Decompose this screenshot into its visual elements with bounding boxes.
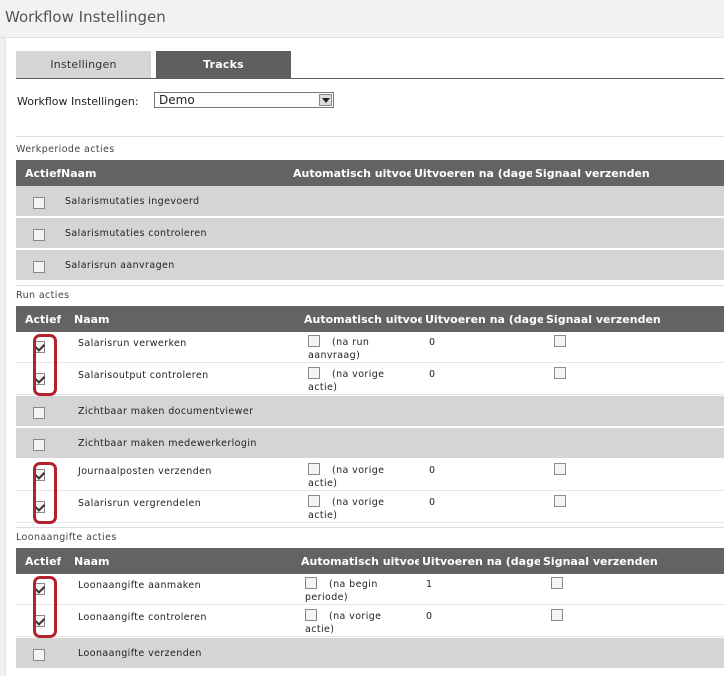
workflow-label: Workflow Instellingen: (17, 95, 139, 108)
col-auto-header: Automatisch uitvoeren (293, 167, 411, 180)
actief-checkbox[interactable] (33, 649, 45, 661)
page-title: Workflow Instellingen (5, 8, 166, 26)
section-title: Run acties (16, 290, 70, 301)
days-value[interactable]: 0 (429, 465, 435, 476)
table-row: Salarisrun verwerken (na run aanvraag) 0 (16, 332, 724, 363)
col-na-header: Uitvoeren na (dagen) (422, 555, 540, 568)
table-row: Zichtbaar maken documentviewer (16, 396, 724, 427)
action-name: Salarisrun vergrendelen (78, 498, 202, 509)
action-name: Salarisrun verwerken (78, 338, 187, 349)
chevron-down-icon[interactable] (319, 94, 332, 106)
col-actief-header: Actief (25, 167, 62, 180)
active-highlight (33, 576, 57, 638)
col-naam-header: Naam (74, 555, 110, 568)
auto-trigger-text: (na begin periode) (305, 579, 378, 603)
table-row: Loonaangifte controleren (na vorige actie… (16, 606, 724, 637)
action-name: Loonaangifte verzenden (78, 648, 202, 659)
action-name: Salarismutaties ingevoerd (65, 196, 200, 207)
col-auto-header: Automatisch uitvoeren (304, 313, 422, 326)
signal-checkbox[interactable] (554, 463, 566, 475)
action-name: Journaalposten verzenden (78, 466, 212, 477)
table-row: Salarisrun vergrendelen (na vorige actie)… (16, 492, 724, 523)
action-name: Salarisrun aanvragen (65, 260, 175, 271)
days-value[interactable]: 0 (429, 369, 435, 380)
actief-checkbox[interactable] (33, 407, 45, 419)
auto-trigger-text: (na vorige actie) (308, 465, 385, 489)
table-header: Actief Naam Automatisch uitvoerenUitvoeren… (16, 306, 724, 332)
col-na-header: Uitvoeren na (dagen) (414, 167, 532, 180)
table-row: Zichtbaar maken medewerkerlogin (16, 428, 724, 459)
auto-trigger-text: (na vorige actie) (308, 497, 385, 521)
col-signaal-header: Signaal verzenden (535, 167, 650, 180)
col-naam-header: Naam (61, 167, 97, 180)
tab-underline (16, 78, 724, 79)
days-value[interactable]: 0 (429, 497, 435, 508)
auto-trigger-text: (na vorige actie) (308, 369, 385, 393)
col-signaal-header: Signaal verzenden (546, 313, 661, 326)
section-divider (16, 285, 724, 286)
action-name: Zichtbaar maken medewerkerlogin (78, 438, 257, 449)
action-name: Salarisoutput controleren (78, 370, 209, 381)
tab-instellingen[interactable]: Instellingen (16, 51, 151, 78)
action-name: Salarismutaties controleren (65, 228, 207, 239)
col-signaal-header: Signaal verzenden (543, 555, 658, 568)
active-highlight (33, 462, 57, 524)
table-row: Salarismutaties ingevoerd (16, 186, 724, 217)
signal-checkbox[interactable] (551, 577, 563, 589)
actief-checkbox[interactable] (33, 197, 45, 209)
table-row: Salarismutaties controleren (16, 218, 724, 249)
table-row: Journaalposten verzenden (na vorige actie… (16, 460, 724, 491)
action-name: Loonaangifte aanmaken (78, 580, 202, 591)
tab-tracks[interactable]: Tracks (156, 51, 291, 78)
actief-checkbox[interactable] (33, 261, 45, 273)
actief-checkbox[interactable] (33, 229, 45, 241)
days-value[interactable]: 0 (426, 611, 432, 622)
workflow-select[interactable]: Demo (154, 92, 334, 108)
col-actief-header: Actief (25, 313, 62, 326)
col-actief-header: Actief (25, 555, 62, 568)
tracks-panel: Instellingen Tracks Workflow Instellinge… (5, 38, 724, 676)
actief-checkbox[interactable] (33, 439, 45, 451)
col-auto-header: Automatisch uitvoeren (301, 555, 419, 568)
table-header: Actief Naam Automatisch uitvoerenUitvoeren… (16, 548, 724, 574)
signal-checkbox[interactable] (554, 335, 566, 347)
section-divider (16, 527, 724, 528)
table-row: Salarisrun aanvragen (16, 250, 724, 281)
signal-checkbox[interactable] (551, 609, 563, 621)
action-name: Loonaangifte controleren (78, 612, 207, 623)
days-value[interactable]: 0 (429, 337, 435, 348)
table-row: Loonaangifte aanmaken (na begin periode) 1 (16, 574, 724, 605)
section-title: Loonaangifte acties (16, 532, 117, 543)
table-header: ActiefNaam Automatisch uitvoerenUitvoeren… (16, 160, 724, 186)
col-na-header: Uitvoeren na (dagen) (425, 313, 543, 326)
auto-trigger-text: (na run aanvraag) (308, 337, 370, 361)
workflow-select-value: Demo (159, 93, 195, 107)
active-highlight (33, 334, 57, 396)
table-row: Salarisoutput controleren (na vorige acti… (16, 364, 724, 395)
action-name: Zichtbaar maken documentviewer (78, 406, 254, 417)
table-row: Loonaangifte verzenden (16, 638, 724, 669)
section-divider (16, 136, 724, 137)
days-value[interactable]: 1 (426, 579, 432, 590)
section-title: Werkperiode acties (16, 144, 115, 155)
signal-checkbox[interactable] (554, 495, 566, 507)
col-naam-header: Naam (74, 313, 110, 326)
auto-trigger-text: (na vorige actie) (305, 611, 382, 635)
page-header: Workflow Instellingen (0, 0, 724, 38)
signal-checkbox[interactable] (554, 367, 566, 379)
